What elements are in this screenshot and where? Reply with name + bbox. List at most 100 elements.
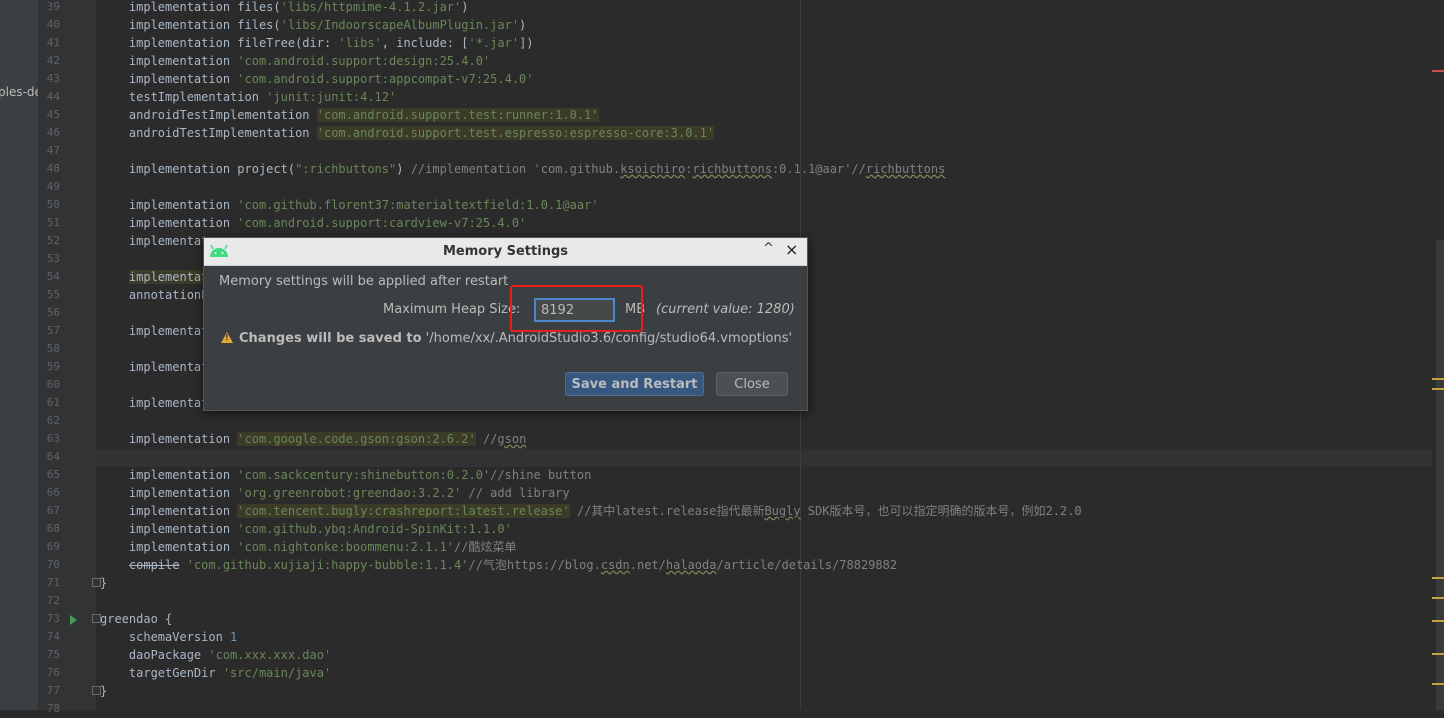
code-token: //其中latest.release指代最新 [569,504,765,518]
warning-stripe-mark[interactable] [1432,597,1444,599]
line-number: 70 [46,558,60,571]
code-line[interactable]: targetGenDir 'src/main/java' [100,664,331,682]
code-line[interactable]: implementat [100,232,208,250]
code-line[interactable]: implementation files('libs/httpmime-4.1.… [100,0,469,16]
code-line[interactable]: implementation 'org.greenrobot:greendao:… [100,484,570,502]
line-number: 41 [46,36,60,49]
code-token: daoPackage [100,648,209,662]
code-token: implementation [100,540,238,554]
warning-stripe-mark[interactable] [1432,388,1444,390]
warning-row: Changes will be saved to '/home/xx/.Andr… [221,331,792,346]
code-line[interactable]: implementation 'com.tencent.bugly:crashr… [100,502,1082,520]
code-line[interactable]: implementation 'com.google.code.gson:gso… [100,430,526,448]
code-line[interactable]: implementat [100,394,208,412]
code-line[interactable]: implementation 'com.github.ybq:Android-S… [100,520,512,538]
close-icon[interactable]: × [785,241,798,259]
line-number: 53 [46,252,60,265]
code-token: 'com.sackcentury:shinebutton:0.2.0' [237,468,491,482]
line-number: 67 [46,504,60,517]
line-number: 48 [46,162,60,175]
run-gutter-icon[interactable] [70,615,77,625]
code-token: 'com.google.code.gson:gson:2.6.2' [237,432,476,446]
code-token: '*.jar' [468,36,520,50]
code-line[interactable]: implementation 'com.sackcentury:shinebut… [100,466,591,484]
code-token: csdn [600,558,630,572]
code-line[interactable]: compile 'com.github.xujiaji:happy-bubble… [100,556,897,574]
error-stripe-mark[interactable] [1432,70,1444,72]
heap-size-label: Maximum Heap Size: [383,302,521,317]
code-line[interactable]: implementat [100,322,208,340]
close-button[interactable]: Close [716,372,788,396]
code-token: richbuttons [865,162,946,176]
code-line[interactable]: implementation fileTree(dir: 'libs', inc… [100,34,534,52]
highlight-annotation-box [510,285,643,332]
warning-bold-text: Changes will be saved to [239,331,422,346]
line-number: 44 [46,90,60,103]
line-number: 51 [46,216,60,229]
code-line[interactable]: implementation 'com.android.support:appc… [100,70,534,88]
code-line[interactable]: implementat [100,268,209,286]
code-token: 1 [230,630,238,644]
code-token: ) [396,162,411,176]
code-line[interactable]: implementation 'com.nightonke:boommenu:2… [100,538,517,556]
code-token: 'com.android.support:appcompat-v7:25.4.0… [237,72,534,86]
code-line[interactable]: } [100,574,107,592]
fold-marker[interactable] [92,614,101,623]
code-line[interactable]: annotationP [100,286,208,304]
project-panel-strip: ples-de [0,0,38,710]
code-token: gson [497,432,527,446]
code-token: implementation [100,504,238,518]
code-token: 'com.github.xujiaji:happy-bubble:1.1.4' [186,558,469,572]
warning-stripe-mark[interactable] [1432,683,1444,685]
save-and-restart-button[interactable]: Save and Restart [565,372,704,396]
warning-stripe-mark[interactable] [1432,577,1444,579]
line-number: 50 [46,198,60,211]
line-number: 69 [46,540,60,553]
code-token: 'com.xxx.xxx.dao' [208,648,332,662]
code-token: 'com.android.support:design:25.4.0' [237,54,491,68]
code-token: :0.1.1@aar'// [771,162,866,176]
code-token: , include: [ [381,36,469,50]
code-line[interactable]: implementation 'com.android.support:card… [100,214,526,232]
code-line[interactable]: androidTestImplementation 'com.android.s… [100,124,715,142]
fold-marker[interactable] [92,578,101,587]
code-token: greendao { [100,612,173,626]
code-token: 'com.nightonke:boommenu:2.1.1' [237,540,455,554]
code-token: 'com.github.ybq:Android-SpinKit:1.1.0' [237,522,512,536]
code-line[interactable]: schemaVersion 1 [100,628,237,646]
code-line[interactable]: greendao { [100,610,172,628]
code-token: } [100,684,108,698]
code-line[interactable]: testImplementation 'junit:junit:4.12' [100,88,396,106]
code-token: Bugly [764,504,801,518]
line-number: 45 [46,108,60,121]
fold-marker[interactable] [92,686,101,695]
code-line[interactable]: implementation 'com.github.florent37:mat… [100,196,599,214]
code-line[interactable]: implementation 'com.android.support:desi… [100,52,490,70]
dialog-title-bar[interactable]: Memory Settings ^ × [204,238,807,266]
warning-stripe-mark[interactable] [1432,620,1444,622]
code-token: implementation [100,522,238,536]
line-number: 71 [46,576,60,589]
collapse-icon[interactable]: ^ [763,241,774,256]
code-line[interactable]: implementation files('libs/IndoorscapeAl… [100,16,526,34]
warning-icon [221,332,233,343]
code-line[interactable]: androidTestImplementation 'com.android.s… [100,106,599,124]
code-line[interactable]: } [100,682,107,700]
editor-scrollbar[interactable] [1436,240,1444,710]
code-token: compile [128,558,180,572]
code-line[interactable]: implementation project(":richbuttons") /… [100,160,945,178]
code-token: } [100,576,108,590]
warning-stripe-mark[interactable] [1432,378,1444,380]
code-token: ) [461,0,469,14]
code-line[interactable]: daoPackage 'com.xxx.xxx.dao' [100,646,331,664]
code-token: //酷炫菜单 [454,540,517,554]
code-token: 'com.github.florent37:materialtextfield:… [237,198,599,212]
code-token: implementat [100,324,209,338]
line-number: 65 [46,468,60,481]
code-token: //implementation 'com.github. [410,162,621,176]
line-number: 72 [46,594,60,607]
code-token: implementation project( [100,162,296,176]
warning-stripe-mark[interactable] [1432,653,1444,655]
code-line[interactable]: implementat [100,358,208,376]
